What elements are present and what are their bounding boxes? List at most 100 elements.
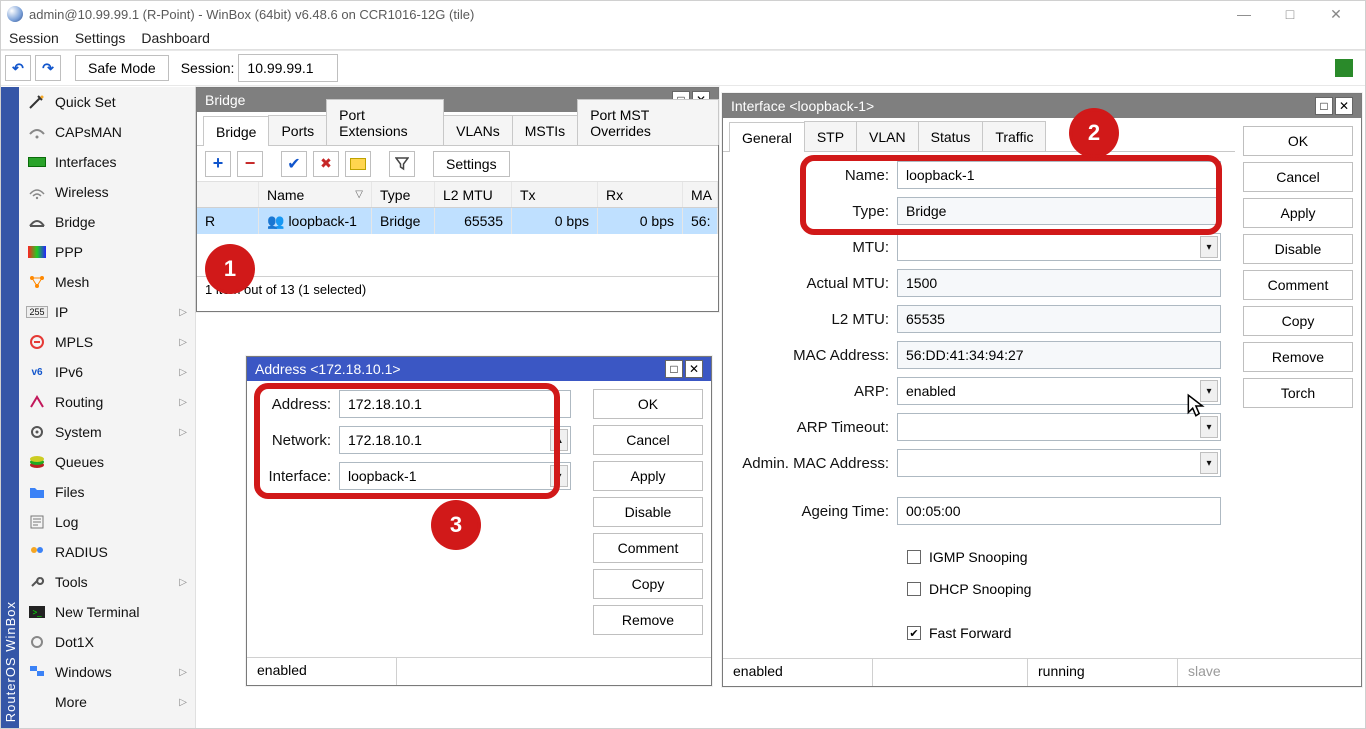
dhcp-checkbox[interactable] xyxy=(907,582,921,596)
col-type[interactable]: Type xyxy=(372,182,435,207)
window-close-button[interactable]: ✕ xyxy=(1313,1,1359,27)
disable-button[interactable]: Disable xyxy=(1243,234,1353,264)
tab-vlan[interactable]: VLAN xyxy=(856,121,919,151)
filter-button[interactable] xyxy=(389,151,415,177)
col-rx[interactable]: Rx xyxy=(598,182,683,207)
remove-button[interactable]: − xyxy=(237,151,263,177)
col-tx[interactable]: Tx xyxy=(512,182,598,207)
sidebar-item-windows[interactable]: Windows▷ xyxy=(19,657,195,687)
dropdown-icon[interactable]: ▾ xyxy=(1200,416,1218,438)
sidebar-item-queues[interactable]: Queues xyxy=(19,447,195,477)
col-l2mtu[interactable]: L2 MTU xyxy=(435,182,512,207)
sidebar-item-log[interactable]: Log xyxy=(19,507,195,537)
tab-general[interactable]: General xyxy=(729,122,805,152)
address-window-title-bar[interactable]: Address <172.18.10.1> □✕ xyxy=(247,357,711,381)
disable-button[interactable]: ✖ xyxy=(313,151,339,177)
sidebar-item-quick-set[interactable]: Quick Set xyxy=(19,87,195,117)
dropdown-icon[interactable]: ▾ xyxy=(1200,452,1218,474)
copy-button[interactable]: Copy xyxy=(593,569,703,599)
sidebar-item-interfaces[interactable]: Interfaces xyxy=(19,147,195,177)
tab-bridge[interactable]: Bridge xyxy=(203,116,269,146)
igmp-checkbox[interactable] xyxy=(907,550,921,564)
sidebar-item-dot1x[interactable]: Dot1X xyxy=(19,627,195,657)
dropdown-icon[interactable]: ▾ xyxy=(1200,236,1218,258)
address-maximize-button[interactable]: □ xyxy=(665,360,683,378)
comment-button[interactable]: Comment xyxy=(1243,270,1353,300)
tab-status[interactable]: Status xyxy=(918,121,984,151)
sidebar-item-mpls[interactable]: MPLS▷ xyxy=(19,327,195,357)
cancel-button[interactable]: Cancel xyxy=(593,425,703,455)
admin-mac-input[interactable]: ▾ xyxy=(897,449,1221,477)
undo-button[interactable]: ↶ xyxy=(5,55,31,81)
remove-button[interactable]: Remove xyxy=(1243,342,1353,372)
sidebar-item-ip[interactable]: 255IP▷ xyxy=(19,297,195,327)
sidebar-item-more[interactable]: More▷ xyxy=(19,687,195,717)
sidebar-item-ppp[interactable]: PPP xyxy=(19,237,195,267)
col-flag[interactable] xyxy=(197,182,259,207)
sidebar-item-ipv6[interactable]: v6IPv6▷ xyxy=(19,357,195,387)
sidebar-item-bridge[interactable]: Bridge xyxy=(19,207,195,237)
mtu-input[interactable]: ▾ xyxy=(897,233,1221,261)
interface-select[interactable]: loopback-1▾ xyxy=(339,462,571,490)
tab-ports[interactable]: Ports xyxy=(268,115,327,145)
torch-button[interactable]: Torch xyxy=(1243,378,1353,408)
window-minimize-button[interactable]: — xyxy=(1221,1,1267,27)
window-maximize-button[interactable]: □ xyxy=(1267,1,1313,27)
menu-dashboard[interactable]: Dashboard xyxy=(141,30,210,46)
sidebar-item-wireless[interactable]: Wireless xyxy=(19,177,195,207)
arp-select[interactable]: enabled▾ xyxy=(897,377,1221,405)
disable-button[interactable]: Disable xyxy=(593,497,703,527)
chevron-right-icon: ▷ xyxy=(179,397,187,408)
settings-button[interactable]: Settings xyxy=(433,151,510,177)
sidebar-item-radius[interactable]: RADIUS xyxy=(19,537,195,567)
tab-vlans[interactable]: VLANs xyxy=(443,115,513,145)
dropdown-icon[interactable]: ▾ xyxy=(550,465,568,487)
tab-port-extensions[interactable]: Port Extensions xyxy=(326,99,444,145)
redo-button[interactable]: ↷ xyxy=(35,55,61,81)
menu-session[interactable]: Session xyxy=(9,30,59,46)
address-window: Address <172.18.10.1> □✕ Address: 172.18… xyxy=(246,356,712,686)
name-input[interactable]: loopback-1 xyxy=(897,161,1221,189)
address-input[interactable]: 172.18.10.1 xyxy=(339,390,571,418)
comment-button[interactable]: Comment xyxy=(593,533,703,563)
cancel-button[interactable]: Cancel xyxy=(1243,162,1353,192)
safe-mode-button[interactable]: Safe Mode xyxy=(75,55,169,81)
sidebar-item-system[interactable]: System▷ xyxy=(19,417,195,447)
enable-button[interactable]: ✔ xyxy=(281,151,307,177)
log-icon xyxy=(27,514,47,530)
add-button[interactable]: + xyxy=(205,151,231,177)
fast-forward-checkbox[interactable]: ✔ xyxy=(907,626,921,640)
col-name[interactable]: Name▽ xyxy=(259,182,372,207)
menu-settings[interactable]: Settings xyxy=(75,30,126,46)
tab-port-mst-overrides[interactable]: Port MST Overrides xyxy=(577,99,719,145)
interface-maximize-button[interactable]: □ xyxy=(1315,97,1333,115)
sidebar-item-files[interactable]: Files xyxy=(19,477,195,507)
network-up-icon[interactable]: ▲ xyxy=(550,429,568,451)
copy-button[interactable]: Copy xyxy=(1243,306,1353,336)
address-close-button[interactable]: ✕ xyxy=(685,360,703,378)
network-input[interactable]: 172.18.10.1▲ xyxy=(339,426,571,454)
tab-mstis[interactable]: MSTIs xyxy=(512,115,578,145)
status-slave: slave xyxy=(1178,659,1328,686)
tab-stp[interactable]: STP xyxy=(804,121,857,151)
table-row[interactable]: R 👥loopback-1 Bridge 65535 0 bps 0 bps 5… xyxy=(197,208,718,234)
ok-button[interactable]: OK xyxy=(593,389,703,419)
interface-window-title-bar[interactable]: Interface <loopback-1> □✕ xyxy=(723,94,1361,118)
apply-button[interactable]: Apply xyxy=(593,461,703,491)
chevron-right-icon: ▷ xyxy=(179,697,187,708)
ok-button[interactable]: OK xyxy=(1243,126,1353,156)
col-mac[interactable]: MA xyxy=(683,182,718,207)
interface-close-button[interactable]: ✕ xyxy=(1335,97,1353,115)
comment-button[interactable] xyxy=(345,151,371,177)
sidebar-item-routing[interactable]: Routing▷ xyxy=(19,387,195,417)
mesh-icon xyxy=(27,274,47,290)
sidebar-item-tools[interactable]: Tools▷ xyxy=(19,567,195,597)
arp-timeout-input[interactable]: ▾ xyxy=(897,413,1221,441)
tab-traffic[interactable]: Traffic xyxy=(982,121,1046,151)
remove-button[interactable]: Remove xyxy=(593,605,703,635)
ageing-input[interactable]: 00:05:00 xyxy=(897,497,1221,525)
sidebar-item-capsman[interactable]: CAPsMAN xyxy=(19,117,195,147)
sidebar-item-new-terminal[interactable]: >_New Terminal xyxy=(19,597,195,627)
apply-button[interactable]: Apply xyxy=(1243,198,1353,228)
sidebar-item-mesh[interactable]: Mesh xyxy=(19,267,195,297)
